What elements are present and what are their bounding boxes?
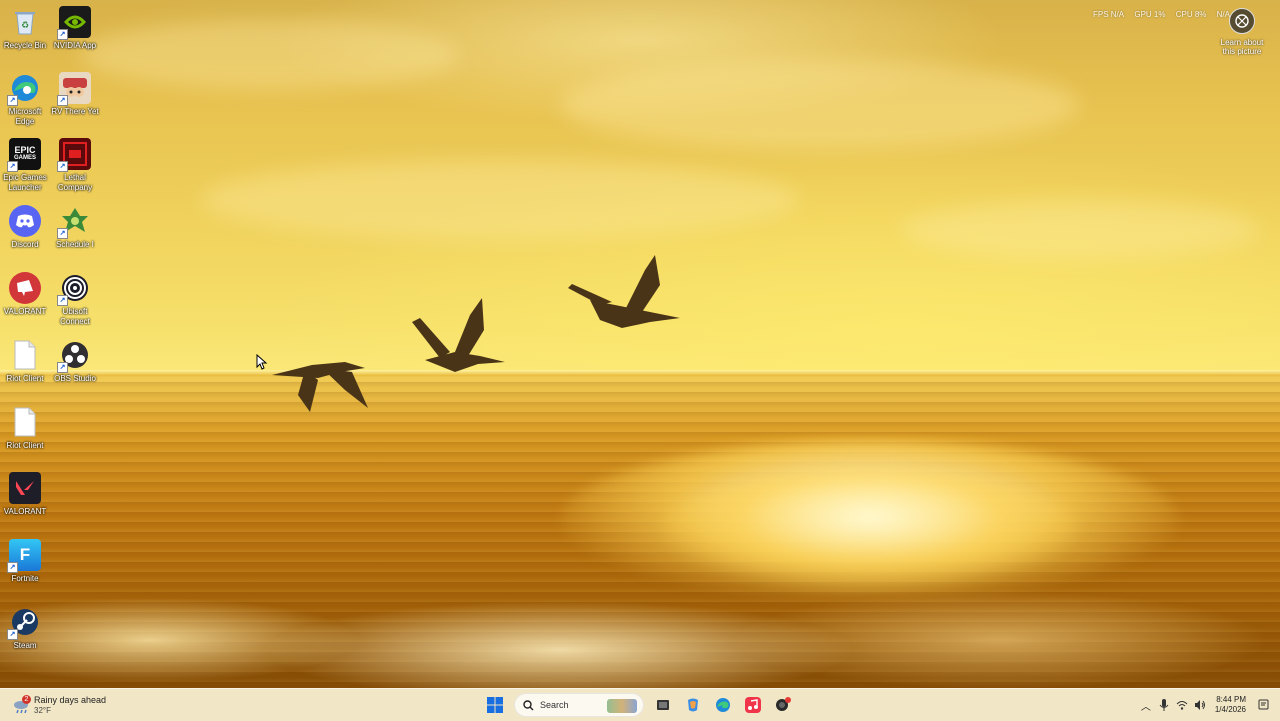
clock-date: 1/4/2026 <box>1214 705 1246 714</box>
learn-about-picture[interactable]: Learn about this picture <box>1214 8 1270 56</box>
shortcut-arrow-icon: ↗ <box>57 228 68 239</box>
notification-icon <box>1258 699 1268 710</box>
desktop-icon-riot-client-2[interactable]: Riot Client <box>0 406 50 451</box>
fortnite-icon: F ↗ <box>7 539 41 573</box>
desktop-icon-microsoft-edge[interactable]: ↗ Microsoft Edge <box>0 72 50 127</box>
task-view-button[interactable] <box>650 693 676 717</box>
mouse-cursor-icon <box>256 354 268 370</box>
file-icon <box>9 406 41 438</box>
volume-button[interactable] <box>1191 693 1209 717</box>
shortcut-arrow-icon: ↗ <box>7 161 18 172</box>
obs-icon: ↗ <box>57 339 91 373</box>
music-icon <box>745 697 761 713</box>
shortcut-arrow-icon: ↗ <box>57 29 68 40</box>
wifi-icon <box>1176 701 1188 710</box>
desktop-wallpaper <box>0 0 1280 688</box>
speaker-icon <box>1194 700 1205 710</box>
camera-icon <box>1229 8 1255 34</box>
desktop-icon-epic-games-launcher[interactable]: EPIC GAMES ↗ Epic Games Launcher <box>0 138 50 193</box>
taskbar-pinned-apps: Search <box>480 693 798 717</box>
task-view-icon <box>657 700 669 710</box>
shortcut-arrow-icon: ↗ <box>57 95 68 106</box>
weather-headline: Rainy days ahead <box>34 694 107 705</box>
pelicans-illustration <box>272 255 680 412</box>
edge-icon: ↗ <box>7 72 41 106</box>
discord-icon <box>9 205 41 237</box>
steam-icon: ↗ <box>7 606 41 640</box>
system-tray: ︿ 8:44 PM 1/4/2026 <box>1137 693 1272 717</box>
microphone-button[interactable] <box>1155 693 1173 717</box>
show-hidden-icons-button[interactable]: ︿ <box>1137 693 1155 717</box>
shortcut-arrow-icon: ↗ <box>7 629 18 640</box>
search-placeholder: Search <box>540 700 569 710</box>
clock-time: 8:44 PM <box>1216 695 1246 704</box>
copilot-icon <box>688 698 698 712</box>
weather-widget[interactable]: 2 Rainy days ahead 32°F <box>12 693 106 717</box>
weather-badge: 2 <box>22 695 31 704</box>
taskbar-search[interactable]: Search <box>514 693 644 717</box>
copilot-button[interactable] <box>680 693 706 717</box>
shortcut-arrow-icon: ↗ <box>7 95 18 106</box>
svg-text:♻: ♻ <box>21 21 29 31</box>
desktop-icon-discord[interactable]: Discord <box>0 205 50 250</box>
valorant-icon <box>9 472 41 504</box>
desktop-icon-steam[interactable]: ↗ Steam <box>0 606 50 651</box>
desktop-icon-valorant[interactable]: VALORANT <box>0 472 50 517</box>
rv-there-yet-icon: ↗ <box>57 72 91 106</box>
search-highlight-icon <box>607 699 637 713</box>
schedule-one-icon: ↗ <box>57 205 91 239</box>
notifications-button[interactable] <box>1254 693 1272 717</box>
record-app-icon <box>776 697 791 711</box>
chevron-up-icon: ︿ <box>1140 701 1151 713</box>
edge-taskbar-button[interactable] <box>710 693 736 717</box>
shortcut-arrow-icon: ↗ <box>57 362 68 373</box>
weather-temperature: 32°F <box>34 705 51 715</box>
network-button[interactable] <box>1173 693 1191 717</box>
microphone-icon <box>1159 699 1169 711</box>
taskbar: 2 Rainy days ahead 32°F Search ︿ 8:44 PM… <box>0 688 1280 721</box>
desktop-icon-rv-there-yet[interactable]: ↗ RV There Yet <box>50 72 100 117</box>
file-icon <box>9 339 41 371</box>
lethal-company-icon: ↗ <box>57 138 91 172</box>
desktop-icon-schedule-i[interactable]: ↗ Schedule I <box>50 205 100 250</box>
recycle-bin-icon: ♻ <box>9 6 41 38</box>
desktop-icon-fortnite[interactable]: F ↗ Fortnite <box>0 539 50 584</box>
shortcut-arrow-icon: ↗ <box>7 562 18 573</box>
edge-icon <box>716 698 730 712</box>
epic-games-icon: EPIC GAMES ↗ <box>7 138 41 172</box>
learn-about-picture-label: Learn about this picture <box>1220 38 1264 56</box>
start-button[interactable] <box>482 693 508 717</box>
cpu-readout: CPU 8% <box>1175 10 1207 19</box>
desktop-icon-ubisoft-connect[interactable]: ↗ Ubisoft Connect <box>50 272 100 327</box>
desktop-icon-valorant-riot[interactable]: VALORANT <box>0 272 50 317</box>
search-icon <box>523 699 534 710</box>
desktop-icon-nvidia-app[interactable]: ↗ NVIDIA App <box>50 6 100 51</box>
fps-readout: FPS N/A <box>1093 10 1125 19</box>
taskbar-clock[interactable]: 8:44 PM 1/4/2026 <box>1215 695 1246 715</box>
apple-music-button[interactable] <box>740 693 766 717</box>
desktop-icon-lethal-company[interactable]: ↗ Lethal Company <box>50 138 100 193</box>
rain-cloud-icon: 2 <box>12 695 32 715</box>
shortcut-arrow-icon: ↗ <box>57 161 68 172</box>
riot-icon <box>9 272 41 304</box>
gpu-readout: GPU 1% <box>1134 10 1166 19</box>
windows-logo-icon <box>487 697 503 713</box>
nvidia-icon: ↗ <box>57 6 91 40</box>
desktop-icon-recycle-bin[interactable]: ♻ Recycle Bin <box>0 6 50 51</box>
desktop-icon-riot-client[interactable]: Riot Client <box>0 339 50 384</box>
shortcut-arrow-icon: ↗ <box>57 295 68 306</box>
desktop-icon-obs-studio[interactable]: ↗ OBS Studio <box>50 339 100 384</box>
ubisoft-icon: ↗ <box>57 272 91 306</box>
recording-app-button[interactable] <box>770 693 796 717</box>
